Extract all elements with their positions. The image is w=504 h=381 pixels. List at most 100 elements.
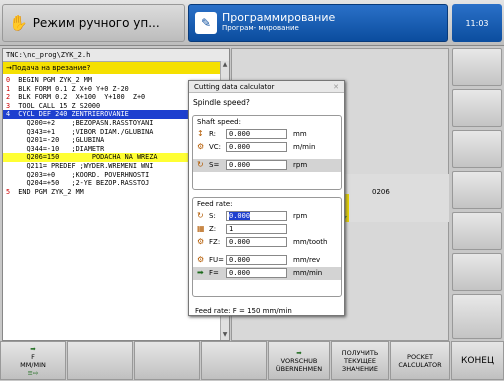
right-softkey-4[interactable] — [452, 171, 502, 209]
workpiece-shape — [340, 174, 449, 222]
softkey-end-label: КОНЕЦ — [461, 355, 494, 366]
unit-label: mm/min — [293, 269, 323, 277]
value-input[interactable]: 0.000 — [226, 268, 287, 278]
unit-label: rpm — [293, 212, 308, 220]
manual-mode-label: Режим ручного уп... — [32, 16, 160, 30]
accept-feed-softkey[interactable]: ➡ VORSCHUB ÜBERNEHMEN — [268, 341, 330, 380]
arrow-icon: ➡ — [30, 344, 36, 353]
line-text: Q204=+50 ;2-YE BEZOP.RASSTOJ — [6, 179, 150, 188]
graphic-q-label: 0206 — [372, 188, 390, 196]
feed-rate-title: Feed rate: — [197, 200, 233, 208]
value-input[interactable]: 0.000 — [226, 142, 287, 152]
softkey-pocket-line1: POCKET — [407, 352, 433, 361]
feed-mm-min-softkey[interactable]: ➡ F MM/MIN ≡⇨ — [0, 341, 66, 380]
actual-value-softkey[interactable]: ПОЛУЧИТЬ ТЕКУЩЕЕ ЗНАЧЕНИЕ — [331, 341, 389, 380]
field-label: Z: — [209, 225, 217, 233]
manual-mode-tab[interactable]: ✋ Режим ручного уп... — [2, 4, 185, 42]
dialog-question: Spindle speed? — [193, 98, 250, 107]
clock: 11:03 — [452, 4, 502, 42]
line-text: BLK FORM 0.2 X+100 Y+100 Z+0 — [10, 93, 146, 102]
programming-mode-sublabel: Програм- мирование — [222, 24, 299, 32]
edit-program-icon: ✎ — [195, 12, 217, 34]
line-text: Q211= PREDEF ;WYDER.WREMENI WNI — [6, 161, 154, 170]
right-softkey-6[interactable] — [452, 253, 502, 291]
feed-icon: ➡ — [197, 268, 204, 277]
feed-rate-group: Feed rate: ↻ S: 0.000 rpm ▦ Z: 1 ⚙ FZ: 0.000 mm/to… — [192, 197, 342, 297]
line-text: Q344=-10 ;DIAMETR — [6, 144, 105, 153]
value-input[interactable]: 0.000 — [226, 237, 287, 247]
softkey-actual-line2: ТЕКУЩЕЕ — [344, 356, 376, 365]
field-label: F= — [209, 269, 219, 277]
feed-rate-result: Feed rate: F = 150 mm/min — [195, 307, 292, 315]
calc-row: ↕ R: 0.000 mm — [193, 128, 341, 141]
calc-row: ⚙ FZ: 0.000 mm/tooth — [193, 236, 341, 249]
softkey-pocket-line2: CALCULATOR — [398, 360, 442, 369]
calc-row: ➡ F= 0.000 mm/min — [193, 267, 341, 280]
right-softkey-1[interactable] — [452, 48, 502, 86]
softkey-vorschub-label: VORSCHUB — [280, 356, 318, 365]
line-text: TOOL CALL 15 Z S2000 — [10, 101, 101, 110]
field-label: S= — [209, 161, 220, 169]
value-input[interactable]: 1 — [226, 224, 287, 234]
scroll-up-icon[interactable]: ▲ — [221, 61, 229, 68]
line-text: Q206=150 PODACHA NA WREZA — [6, 153, 158, 162]
unit-label: mm/rev — [293, 256, 321, 264]
calc-row: ↻ S: 0.000 rpm — [193, 210, 341, 223]
line-text: Q201=-20 ;GLUBINA — [6, 136, 105, 145]
cutting-data-dialog[interactable]: Cutting data calculator ✕ Spindle speed?… — [188, 80, 345, 316]
value-input[interactable]: 0.000 — [226, 160, 287, 170]
dialog-prompt: →Подача на врезание? — [3, 62, 229, 74]
end-softkey[interactable]: КОНЕЦ — [451, 341, 504, 380]
line-text: BLK FORM 0.1 Z X+0 Y+0 Z-20 — [10, 84, 129, 93]
field-label: FZ: — [209, 238, 221, 246]
feed-per-rev-icon: ⚙ — [197, 255, 205, 264]
programming-mode-label: Программирование — [222, 11, 336, 24]
line-text: Q203=+0 ;KOORD. POVERHNOSTI — [6, 170, 150, 179]
field-label: FU= — [209, 256, 225, 264]
empty-softkey-3[interactable] — [134, 341, 200, 380]
cutting-speed-icon: ⚙ — [197, 142, 205, 151]
calc-row: ⚙ FU= 0.000 mm/rev — [193, 254, 341, 267]
softkey-actual-line3: ЗНАЧЕНИЕ — [342, 364, 378, 373]
unit-label: m/min — [293, 143, 316, 151]
dialog-title: Cutting data calculator — [194, 83, 275, 91]
pocket-calculator-softkey[interactable]: POCKET CALCULATOR — [390, 341, 450, 380]
program-path: TNC:\nc_prog\ZYK_2.h — [3, 49, 229, 62]
selected-value: 0.000 — [229, 212, 251, 220]
empty-softkey-4[interactable] — [201, 341, 267, 380]
softkey-f-label: F — [31, 352, 35, 361]
empty-softkey-2[interactable] — [67, 341, 133, 380]
shaft-speed-title: Shaft speed: — [197, 118, 241, 126]
right-softkey-3[interactable] — [452, 130, 502, 168]
spindle-icon: ↻ — [197, 211, 204, 220]
value-input[interactable]: 0.000 — [226, 255, 287, 265]
field-label: S: — [209, 212, 216, 220]
right-softkey-5[interactable] — [452, 212, 502, 250]
unit-label: rpm — [293, 161, 308, 169]
line-text: Q343=+1 ;VIBOR DIAM./GLUBINA — [6, 127, 154, 136]
calc-row: ▦ Z: 1 — [193, 223, 341, 236]
unit-label: mm — [293, 130, 307, 138]
unit-label: mm/tooth — [293, 238, 328, 246]
value-input[interactable]: 0.000 — [226, 211, 287, 221]
close-icon[interactable]: ✕ — [333, 81, 339, 93]
programming-mode-tab[interactable]: ✎ Программирование Програм- мирование — [188, 4, 448, 42]
line-text: Q200=+2 ;BEZOPASN.RASSTOYANI — [6, 118, 154, 127]
line-text: BEGIN PGM ZYK_2 MM — [10, 76, 92, 84]
calc-row: ⚙ VC: 0.000 m/min — [193, 141, 341, 154]
feed-per-tooth-icon: ⚙ — [197, 237, 205, 246]
softkey-actual-line1: ПОЛУЧИТЬ — [341, 348, 379, 357]
field-label: VC: — [209, 143, 222, 151]
softkey-uebernehmen-label: ÜBERNEHMEN — [275, 364, 323, 373]
dialog-title-bar: Cutting data calculator ✕ — [189, 81, 344, 93]
field-label: R: — [209, 130, 217, 138]
right-softkey-7[interactable] — [452, 294, 502, 339]
line-text: END PGM ZYK_2 MM — [10, 187, 84, 196]
scroll-down-icon[interactable]: ▼ — [221, 331, 229, 338]
value-input[interactable]: 0.000 — [226, 129, 287, 139]
teeth-icon: ▦ — [197, 224, 205, 233]
line-text: CYCL DEF 240 ZENTRIEROVANIE — [10, 110, 129, 119]
right-softkey-2[interactable] — [452, 89, 502, 127]
calc-row: ↻ S= 0.000 rpm — [193, 159, 341, 172]
feed-mode-icon: ≡⇨ — [27, 368, 39, 377]
